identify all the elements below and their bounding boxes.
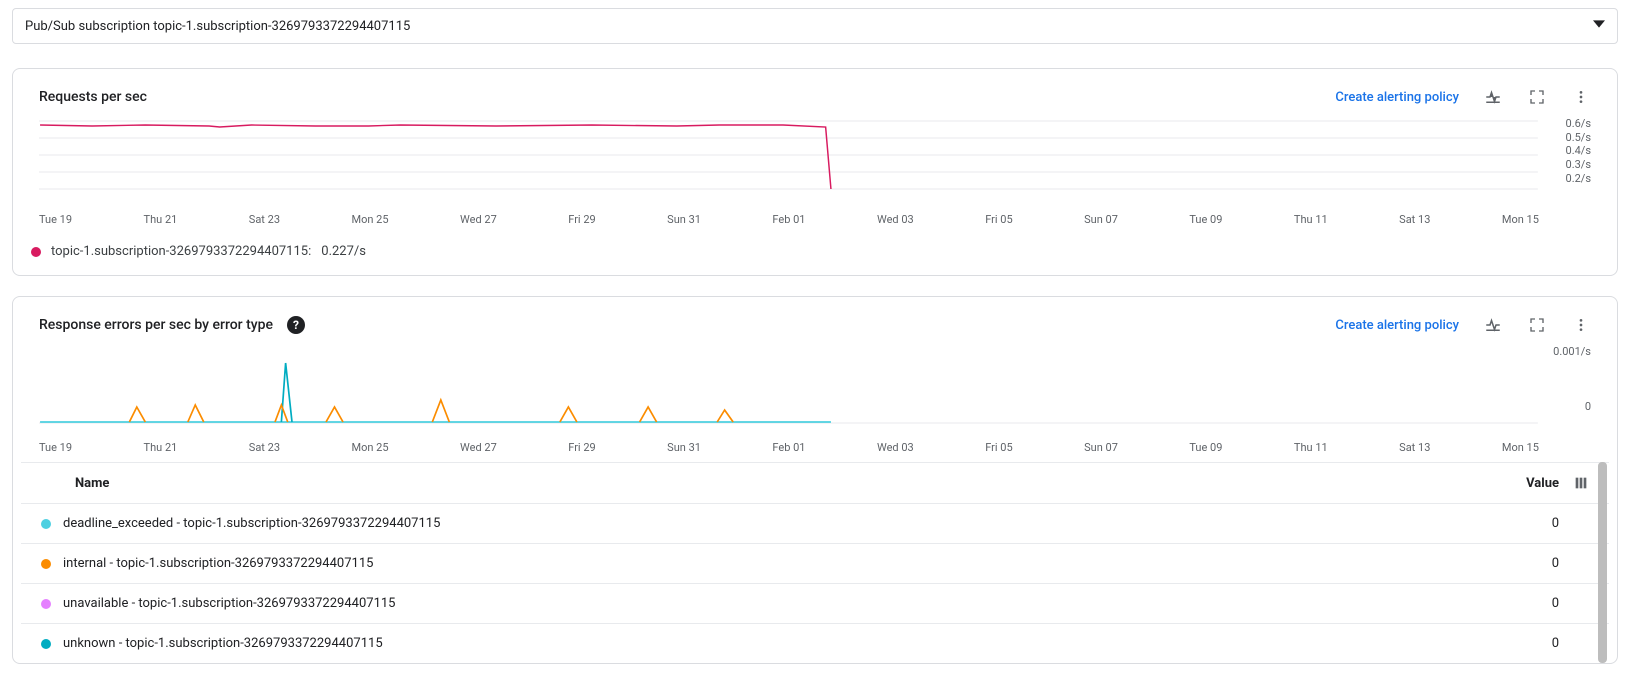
table-row[interactable]: deadline_exceeded - topic-1.subscription…: [21, 504, 1609, 544]
errors-chart[interactable]: 0.001/s 0: [39, 345, 1591, 435]
row-name: unavailable - topic-1.subscription-32697…: [63, 596, 396, 611]
legend-value: 0.227/s: [321, 244, 366, 259]
row-name: unknown - topic-1.subscription-326979337…: [63, 636, 383, 651]
row-value: 0: [1499, 596, 1559, 611]
legend-color-dot: [41, 519, 51, 529]
legend-item[interactable]: topic-1.subscription-3269793372294407115…: [21, 226, 1609, 261]
chart-card-requests: Requests per sec Create alerting policy: [12, 68, 1618, 276]
help-icon[interactable]: ?: [287, 316, 305, 334]
column-options-icon[interactable]: [1559, 475, 1589, 491]
legend-toggle-icon[interactable]: [1483, 315, 1503, 335]
chart-title: Requests per sec: [39, 89, 147, 105]
legend-label: topic-1.subscription-3269793372294407115…: [51, 244, 311, 259]
create-alerting-policy-link[interactable]: Create alerting policy: [1335, 90, 1459, 105]
legend-color-dot: [41, 599, 51, 609]
legend-color-dot: [31, 247, 41, 257]
chart-card-response-errors: Response errors per sec by error type ? …: [12, 296, 1618, 664]
legend-table-header: Name Value: [21, 462, 1609, 504]
row-value: 0: [1499, 516, 1559, 531]
resource-selector-label: Pub/Sub subscription topic-1.subscriptio…: [25, 19, 410, 34]
chart-title: Response errors per sec by error type: [39, 317, 273, 333]
resource-selector-dropdown[interactable]: Pub/Sub subscription topic-1.subscriptio…: [12, 8, 1618, 44]
fullscreen-icon[interactable]: [1527, 315, 1547, 335]
requests-chart[interactable]: 0.6/s 0.5/s 0.4/s 0.3/s 0.2/s: [39, 117, 1591, 207]
chevron-down-icon: [1593, 18, 1605, 34]
row-name: internal - topic-1.subscription-32697933…: [63, 556, 373, 571]
row-value: 0: [1499, 636, 1559, 651]
more-options-icon[interactable]: [1571, 87, 1591, 107]
legend-table: Name Value deadline_exceeded - topic-1.s…: [21, 462, 1609, 663]
x-axis-ticks: Tue 19Thu 21Sat 23Mon 25Wed 27Fri 29Sun …: [39, 441, 1539, 454]
x-axis-ticks: Tue 19Thu 21Sat 23Mon 25Wed 27Fri 29Sun …: [39, 213, 1539, 226]
fullscreen-icon[interactable]: [1527, 87, 1547, 107]
create-alerting-policy-link[interactable]: Create alerting policy: [1335, 318, 1459, 333]
legend-color-dot: [41, 639, 51, 649]
header-value[interactable]: Value: [1499, 476, 1559, 491]
legend-toggle-icon[interactable]: [1483, 87, 1503, 107]
row-value: 0: [1499, 556, 1559, 571]
row-name: deadline_exceeded - topic-1.subscription…: [63, 516, 440, 531]
scrollbar[interactable]: [1598, 462, 1607, 663]
table-row[interactable]: internal - topic-1.subscription-32697933…: [21, 544, 1609, 584]
table-row[interactable]: unavailable - topic-1.subscription-32697…: [21, 584, 1609, 624]
table-row[interactable]: unknown - topic-1.subscription-326979337…: [21, 624, 1609, 663]
header-name[interactable]: Name: [41, 476, 1499, 491]
legend-color-dot: [41, 559, 51, 569]
more-options-icon[interactable]: [1571, 315, 1591, 335]
